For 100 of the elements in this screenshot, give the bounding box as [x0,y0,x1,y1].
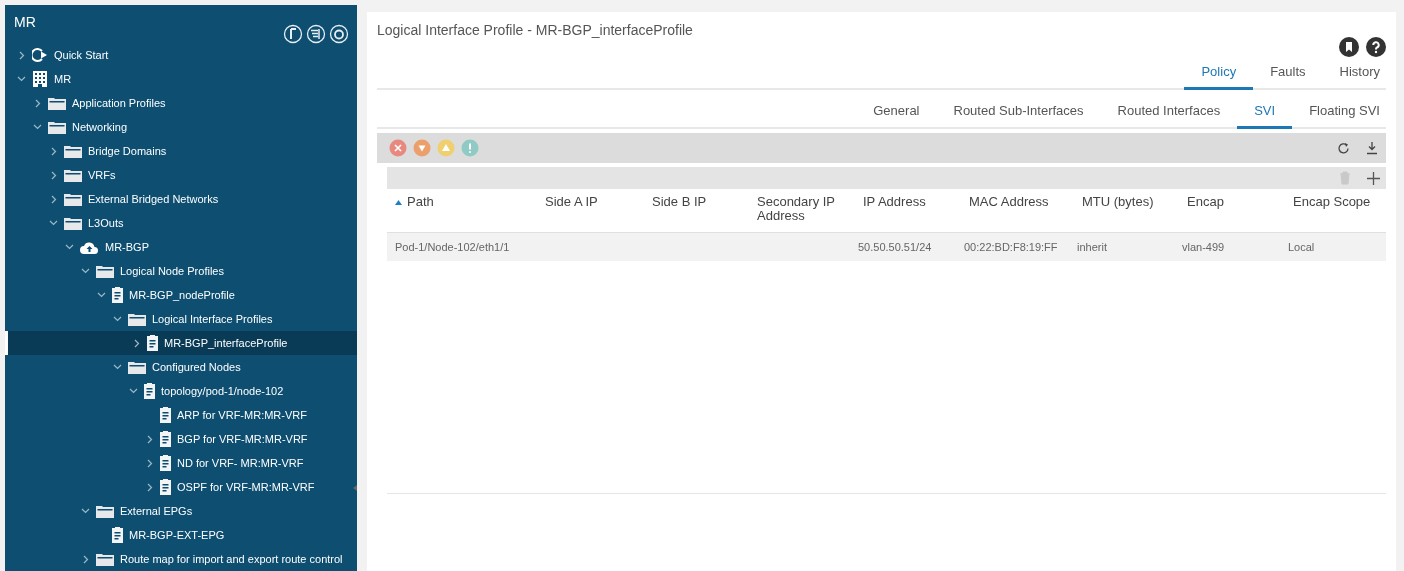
add-icon[interactable] [1367,171,1380,185]
building-icon [32,71,48,87]
chevron-right-icon[interactable] [146,482,153,492]
tree-item[interactable]: Application Profiles [5,91,357,115]
column-header[interactable]: IP Address [855,189,961,232]
tab[interactable]: Floating SVI [1292,94,1386,129]
table-row[interactable]: Pod-1/Node-102/eth1/1 50.50.50.51/24 00:22:BD:F8:19:FF inherit vlan-499 Local [387,232,1386,261]
chevron-down-icon[interactable] [49,220,58,226]
download-icon[interactable] [1366,141,1378,155]
tree-item[interactable]: Logical Node Profiles [5,259,357,283]
list-icon[interactable] [306,24,326,44]
chevron-right-icon[interactable] [18,50,25,60]
document-icon [160,479,171,495]
chevron-right-icon[interactable] [50,194,57,204]
quick-start-icon [32,48,48,62]
column-header[interactable]: MAC Address [961,189,1074,232]
document-icon [160,431,171,447]
tree-item[interactable]: Bridge Domains [5,139,357,163]
table-cell: inherit [1077,241,1107,253]
table-cell: Local [1288,241,1315,253]
refresh-icon[interactable] [329,24,349,44]
sort-ascending-icon[interactable] [395,200,402,205]
help-icon[interactable] [1366,37,1386,57]
folder-icon [96,264,114,278]
tab[interactable]: SVI [1237,94,1293,129]
tree-item[interactable]: MR-BGP_nodeProfile [5,283,357,307]
column-header[interactable]: Encap [1179,189,1285,232]
tree-item[interactable]: Quick Start [5,43,357,67]
tree-item[interactable]: topology/pod-1/node-102 [5,379,357,403]
document-icon [144,383,155,399]
tab[interactable]: Policy [1184,58,1254,90]
folder-icon [64,216,82,230]
tree-item[interactable]: MR-BGP [5,235,357,259]
refresh-icon[interactable] [1337,141,1350,155]
bookmark-icon[interactable] [1339,37,1359,57]
folder-icon [96,552,114,566]
folder-icon [64,192,82,206]
column-header[interactable]: Path [387,189,537,232]
folder-icon [64,168,82,182]
chevron-right-icon[interactable] [50,170,57,180]
tree-item[interactable]: L3Outs [5,211,357,235]
column-header[interactable]: Encap Scope [1285,189,1386,232]
folder-icon [48,96,66,110]
document-icon [112,527,123,543]
tab[interactable]: History [1322,58,1386,90]
tree-item[interactable]: External EPGs [5,499,357,523]
tab[interactable]: General [856,94,937,129]
chevron-right-icon[interactable] [34,98,41,108]
tree-item[interactable]: Logical Interface Profiles [5,307,357,331]
folder-icon [64,144,82,158]
tree-item[interactable]: MR [5,67,357,91]
folder-icon [128,312,146,326]
chevron-right-icon[interactable] [82,554,89,564]
column-header[interactable]: Side B IP [644,189,749,232]
chevron-down-icon[interactable] [81,508,90,514]
folder-icon [48,120,66,134]
table-cell: vlan-499 [1182,241,1225,253]
collapse-handle-icon[interactable] [353,485,357,491]
chevron-down-icon[interactable] [113,364,122,370]
tree-item[interactable]: MR-BGP_interfaceProfile [5,331,357,355]
tree-item[interactable]: Route map for import and export route control [5,547,357,571]
chevron-right-icon[interactable] [133,338,140,348]
tree-item[interactable]: MR-BGP-EXT-EPG [5,523,357,547]
chevron-down-icon[interactable] [129,388,138,394]
fault-filter-icon[interactable] [389,139,407,157]
page-title: Logical Interface Profile - MR-BGP_interfaceProfile [377,22,693,40]
folder-icon [96,504,114,518]
tree-item[interactable]: External Bridged Networks [5,187,357,211]
tree-item[interactable]: Configured Nodes [5,355,357,379]
document-icon [160,407,171,423]
chevron-down-icon[interactable] [65,244,74,250]
folder-icon [128,360,146,374]
table-cell: 50.50.50.51/24 [858,241,932,253]
chevron-right-icon[interactable] [50,146,57,156]
tree-item[interactable]: VRFs [5,163,357,187]
tab[interactable]: Routed Interfaces [1100,94,1238,129]
tree-item[interactable]: ND for VRF- MR:MR-VRF [5,451,357,475]
tab[interactable]: Faults [1253,58,1323,90]
column-header[interactable]: Secondary IP Address [749,189,855,232]
tree-item[interactable]: Networking [5,115,357,139]
chevron-down-icon[interactable] [17,76,26,82]
document-icon [147,335,158,351]
chevron-down-icon[interactable] [81,268,90,274]
chevron-right-icon[interactable] [146,434,153,444]
table-cell: 00:22:BD:F8:19:FF [964,241,1058,253]
chevron-down-icon[interactable] [33,124,42,130]
tab[interactable]: Routed Sub-Interfaces [936,94,1101,129]
chevron-down-icon[interactable] [97,292,106,298]
chevron-down-icon[interactable] [113,316,122,322]
document-icon [112,287,123,303]
table-cell: Pod-1/Node-102/eth1/1 [395,241,510,253]
tree-item[interactable]: OSPF for VRF-MR:MR-VRF [5,475,357,499]
chevron-right-icon[interactable] [146,458,153,468]
tree-item[interactable]: BGP for VRF-MR:MR-VRF [5,427,357,451]
document-icon [160,455,171,471]
column-header[interactable]: MTU (bytes) [1074,189,1179,232]
cloud-upload-icon [80,240,99,254]
column-header[interactable]: Side A IP [537,189,644,232]
flag-icon[interactable] [283,24,303,44]
tree-item[interactable]: ARP for VRF-MR:MR-VRF [5,403,357,427]
